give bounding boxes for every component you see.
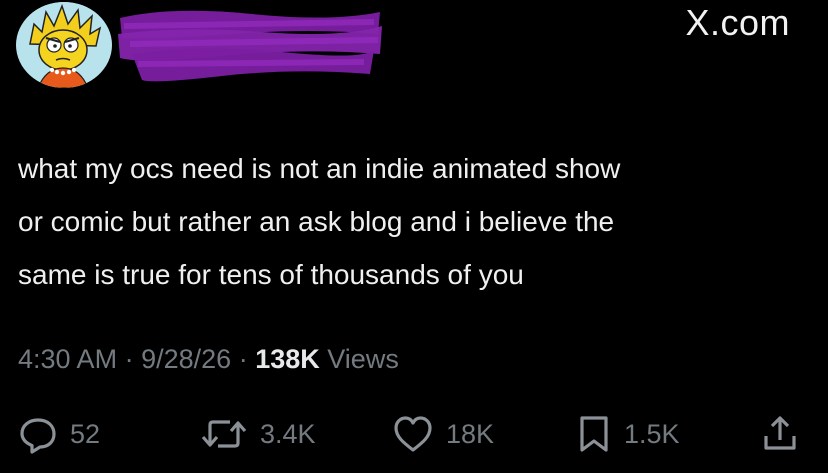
reply-button[interactable]: 52 bbox=[18, 412, 100, 456]
tweet-text-line: or comic but rather an ask blog and i be… bbox=[18, 206, 615, 237]
repost-button[interactable]: 3.4K bbox=[200, 412, 316, 456]
views-label: Views bbox=[327, 344, 399, 374]
tweet-text: what my ocs need is not an indie animate… bbox=[18, 142, 808, 301]
repost-count: 3.4K bbox=[260, 418, 316, 449]
views-count: 138K bbox=[255, 344, 320, 374]
heart-icon bbox=[392, 414, 434, 454]
repost-arrows-icon bbox=[200, 414, 248, 454]
bookmark-button[interactable]: 1.5K bbox=[576, 412, 680, 456]
bookmark-count: 1.5K bbox=[624, 418, 680, 449]
tweet-time[interactable]: 4:30 AM bbox=[18, 344, 117, 374]
cartoon-avatar-image bbox=[18, 2, 110, 88]
share-button[interactable] bbox=[760, 412, 800, 456]
reply-count: 52 bbox=[70, 418, 101, 449]
action-bar: 52 3.4K 18K 1.5K bbox=[0, 412, 828, 456]
tweet-meta: 4:30 AM · 9/28/26 · 138K Views bbox=[18, 344, 399, 375]
meta-separator: · bbox=[124, 344, 134, 374]
site-label: X.com bbox=[685, 2, 790, 43]
meta-separator: · bbox=[238, 344, 248, 374]
redacted-username bbox=[112, 4, 384, 82]
bookmark-icon bbox=[576, 414, 612, 454]
like-button[interactable]: 18K bbox=[392, 412, 494, 456]
share-upload-icon bbox=[760, 414, 800, 454]
tweet-text-line: same is true for tens of thousands of yo… bbox=[18, 259, 524, 290]
like-count: 18K bbox=[446, 418, 495, 449]
tweet-text-line: what my ocs need is not an indie animate… bbox=[18, 153, 621, 184]
speech-bubble-icon bbox=[18, 414, 58, 454]
avatar[interactable] bbox=[16, 2, 112, 88]
tweet-date[interactable]: 9/28/26 bbox=[141, 344, 231, 374]
